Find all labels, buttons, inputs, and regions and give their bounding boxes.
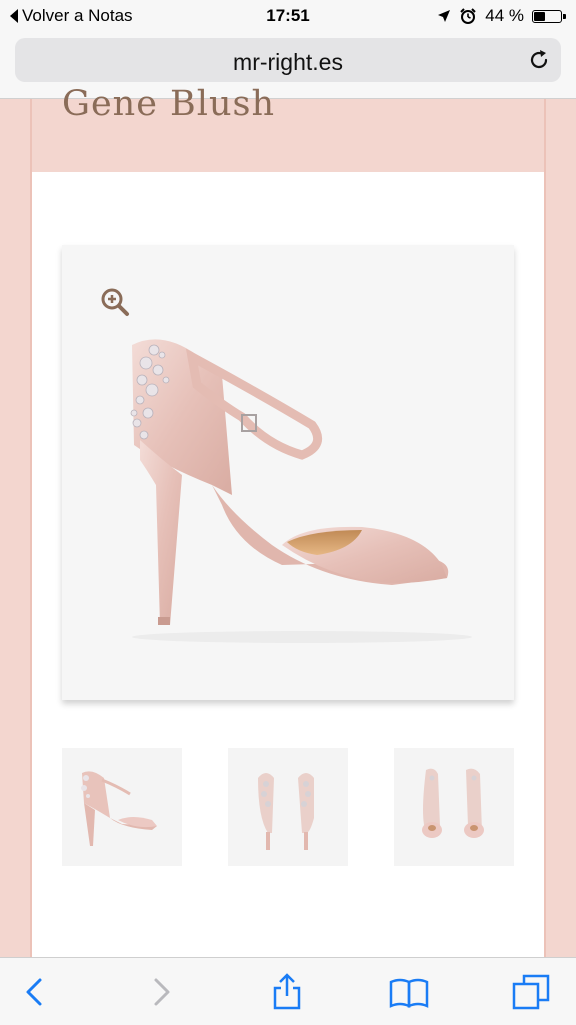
battery-percentage: 44 % [485,6,524,25]
thumbnail-back-image [258,773,314,850]
status-bar: Volver a Notas 17:51 44 % [0,0,576,32]
location-arrow-icon [438,10,451,22]
share-icon[interactable] [267,972,307,1012]
zoom-in-icon[interactable] [100,287,130,317]
bookmarks-icon[interactable] [389,972,429,1012]
thumbnail-back-view[interactable] [228,748,348,866]
product-title: Gene Blush [62,84,276,124]
url-text: mr-right.es [233,49,343,75]
battery-icon [532,9,566,23]
battery-tip [563,13,566,19]
address-bar[interactable]: mr-right.es [15,38,561,82]
thumbnail-front-image [422,768,484,838]
tabs-icon[interactable] [512,972,552,1012]
thumbnail-front-view[interactable] [394,748,514,866]
browser-toolbar [0,957,576,1025]
battery-level [534,11,545,21]
thumbnail-side-view[interactable] [62,748,182,866]
forward-icon[interactable] [142,972,182,1012]
status-indicators: 44 % [437,6,566,26]
thumbnail-side-image [81,771,157,846]
alarm-clock-icon [460,8,476,24]
reload-icon[interactable] [527,48,551,72]
back-icon[interactable] [14,972,54,1012]
